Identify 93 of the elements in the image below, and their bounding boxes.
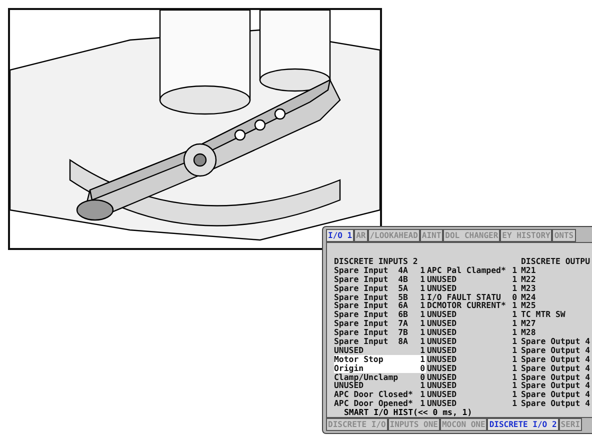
signal-name: UNUSED [426,284,458,293]
input-value: 1 [419,346,426,355]
input-name: APC Door Closed* [334,390,414,400]
tab[interactable]: I/O 1 [326,229,354,242]
input-name: UNUSED [334,381,364,390]
input-name: Spare Input 8A [334,337,409,346]
output-name: M27 [520,319,537,328]
output-name: M22 [520,274,537,284]
tab[interactable]: /LOOKAHEAD [368,229,420,242]
input-value: 1 [419,284,426,293]
tab[interactable]: AINT [420,229,444,242]
tab[interactable]: DISCRETE I/O 2 [487,418,559,432]
signal-name: APC Pal Clamped* [426,266,507,275]
signal-value: 0 [511,292,518,302]
signal-value: 1 [511,301,518,310]
output-name: Spare Output 4 [520,346,590,355]
tab[interactable]: DOL CHANGER [443,229,500,242]
signal-name: UNUSED [426,354,458,364]
output-name: TC MTR SW [520,310,566,320]
signal-value: 1 [511,319,518,328]
input-value: 1 [419,337,426,346]
input-value: 1 [419,292,426,302]
section-heading: DISCRETE OUTPU [521,257,590,266]
signal-name: DCMOTOR CURRENT* [426,301,507,310]
input-value: 1 [419,328,426,338]
input-value: 1 [419,390,426,400]
output-name: M28 [520,328,537,338]
tab[interactable]: MOCON ONE [440,418,488,432]
input-name: Spare Input 4A [334,266,409,275]
signal-value: 1 [511,274,518,284]
input-name: Clamp/Unclamp [334,372,400,382]
tab[interactable]: AR [354,229,368,242]
signal-name: UNUSED [426,328,458,338]
input-value: 1 [419,301,426,310]
signal-value: 1 [511,346,518,355]
signal-value: 1 [511,310,518,320]
signal-name: UNUSED [426,399,458,408]
input-name: Spare Input 4B [334,274,409,284]
input-name: Spare Input 6B [334,310,409,320]
signal-value: 1 [511,381,518,390]
signal-name: UNUSED [426,346,458,355]
signal-name: UNUSED [426,319,458,328]
input-value: 1 [419,274,426,284]
input-value: 1 [416,354,426,364]
signal-value: 1 [511,364,518,373]
tab[interactable]: SERI [558,418,582,432]
tab[interactable]: DISCRETE I/O [326,418,388,432]
input-name: Spare Input 7B [334,328,409,338]
output-name: M23 [520,284,537,293]
signal-name: UNUSED [426,274,458,284]
output-name: M21 [520,266,537,275]
tab[interactable]: ONTS [552,229,576,242]
input-name: Spare Input 6A [334,301,409,310]
input-value: 1 [419,310,426,320]
signal-value: 1 [511,399,518,408]
input-value: 1 [419,381,426,390]
signal-name: UNUSED [426,372,458,382]
input-name: Motor Stop [334,354,416,364]
signal-name: I/O FAULT STATU [426,292,501,302]
section-heading: DISCRETE INPUTS 2 [334,257,419,266]
input-value: 1 [419,399,426,408]
input-name: Spare Input 7A [334,319,409,328]
output-name: Spare Output 4 [520,364,590,373]
input-name: Spare Input 5A [334,284,409,293]
signal-value: 1 [511,328,518,338]
signal-value: 1 [511,390,518,400]
signal-name: UNUSED [426,364,458,373]
input-name: APC Door Opened* [334,399,414,408]
output-name: Spare Output 4 [520,399,590,408]
output-name: Spare Output 4 [520,390,590,400]
input-value: 1 [419,319,426,328]
tab[interactable]: INPUTS ONE [388,418,440,432]
signal-value: 1 [511,354,518,364]
output-name: M25 [520,301,537,310]
input-value: 0 [419,372,426,382]
output-name: Spare Output 4 [520,354,590,364]
tab[interactable]: EY HISTORY [500,229,552,242]
signal-name: UNUSED [426,337,458,346]
signal-value: 1 [511,337,518,346]
signal-value: 1 [511,284,518,293]
output-name: Spare Output 4 [520,381,590,390]
history-status: SMART I/O HIST(<< 0 ms, 1) [343,408,474,418]
input-name: UNUSED [334,346,364,355]
signal-value: 1 [511,266,518,275]
output-name: M24 [520,292,537,302]
input-value: 1 [419,266,426,275]
signal-name: UNUSED [426,381,458,390]
signal-value: 1 [511,372,518,382]
input-name: Spare Input 5B [334,292,409,302]
output-name: Spare Output 4 [520,337,590,346]
signal-name: UNUSED [426,390,458,400]
output-name: Spare Output 4 [520,372,590,382]
signal-name: UNUSED [426,310,458,320]
